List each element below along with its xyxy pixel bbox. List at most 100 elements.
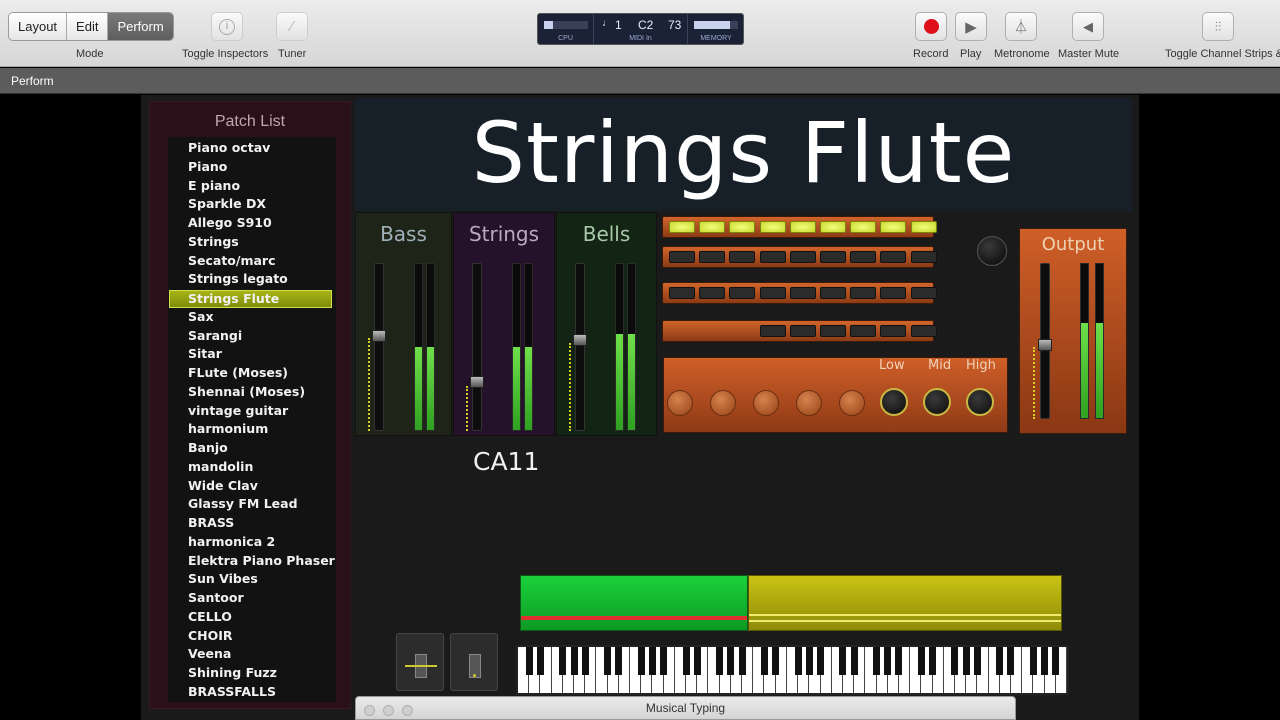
black-key[interactable] — [973, 647, 981, 675]
patch-list-item[interactable]: Sax — [188, 309, 214, 324]
knob-3[interactable] — [753, 390, 779, 416]
black-key[interactable] — [525, 647, 533, 675]
black-key[interactable] — [738, 647, 746, 675]
black-key[interactable] — [772, 647, 780, 675]
patch-list-item[interactable]: CELLO — [188, 609, 232, 624]
bank-button[interactable] — [910, 221, 937, 233]
fader-handle[interactable] — [1038, 338, 1052, 351]
bank-button[interactable] — [820, 325, 846, 337]
patch-list-item[interactable]: Glassy FM Lead — [188, 496, 298, 511]
play-button[interactable]: ▶ — [955, 12, 987, 41]
patch-list-item[interactable]: mandolin — [188, 459, 253, 474]
knob-5[interactable] — [839, 390, 865, 416]
black-key[interactable] — [794, 647, 802, 675]
toggle-inspectors-button[interactable]: i — [211, 12, 243, 41]
bank-button[interactable] — [850, 287, 877, 299]
black-key[interactable] — [615, 647, 623, 675]
fader-handle[interactable] — [470, 376, 484, 389]
record-button[interactable] — [915, 12, 947, 41]
toggle-channel-strips-button[interactable]: ⫶⫶ — [1202, 12, 1234, 41]
bank-button[interactable] — [850, 221, 877, 233]
bank-button[interactable] — [789, 251, 816, 263]
black-key[interactable] — [873, 647, 881, 675]
bank-button[interactable] — [729, 221, 756, 233]
patch-list-item[interactable]: BRASSFALLS — [188, 684, 276, 699]
tuner-button[interactable]: ⁄ — [276, 12, 308, 41]
keyboard-zone-right[interactable] — [748, 575, 1062, 631]
bank-button[interactable] — [669, 287, 695, 299]
knob-1[interactable] — [667, 390, 693, 416]
keyboard-zone-left[interactable] — [520, 575, 748, 631]
bank-button[interactable] — [789, 221, 816, 233]
modulation-wheel[interactable] — [450, 633, 498, 691]
bank-button[interactable] — [880, 221, 907, 233]
bank-button[interactable] — [699, 251, 726, 263]
black-key[interactable] — [570, 647, 578, 675]
eq-mid-knob[interactable] — [923, 388, 951, 416]
patch-list-item[interactable]: Strings legato — [188, 271, 288, 286]
patch-list-item[interactable]: Veena — [188, 646, 231, 661]
black-key[interactable] — [817, 647, 824, 675]
bank-button[interactable] — [669, 221, 695, 233]
pitch-bend-wheel[interactable] — [396, 633, 444, 691]
bank-button[interactable] — [759, 325, 786, 337]
black-key[interactable] — [604, 647, 612, 675]
black-key[interactable] — [716, 647, 724, 675]
black-key[interactable] — [884, 647, 892, 675]
bank-button[interactable] — [850, 325, 877, 337]
black-key[interactable] — [559, 647, 567, 675]
patch-list-item[interactable]: Strings Flute — [169, 290, 332, 308]
bank-button[interactable] — [759, 221, 786, 233]
bank-button[interactable] — [669, 251, 695, 263]
fader-handle[interactable] — [573, 334, 587, 347]
bank-button[interactable] — [880, 251, 907, 263]
bank-button[interactable] — [789, 325, 816, 337]
black-key[interactable] — [536, 647, 544, 675]
patch-list-item[interactable]: Shennai (Moses) — [188, 384, 305, 399]
mode-perform-tab[interactable]: Perform — [108, 13, 173, 40]
patch-list-item[interactable]: Secato/marc — [188, 253, 276, 268]
black-key[interactable] — [660, 647, 668, 675]
black-key[interactable] — [637, 647, 645, 675]
black-key[interactable] — [1029, 647, 1037, 675]
patch-list-item[interactable]: E piano — [188, 178, 240, 193]
patch-list-item[interactable]: Sitar — [188, 346, 222, 361]
black-key[interactable] — [1052, 647, 1060, 675]
bank-button[interactable] — [820, 221, 846, 233]
patch-list-item[interactable]: Elektra Piano Phaser — [188, 553, 335, 568]
fader-handle[interactable] — [372, 329, 386, 342]
patch-list-item[interactable]: harmonica 2 — [188, 534, 275, 549]
patch-list-item[interactable]: Piano — [188, 159, 227, 174]
black-key[interactable] — [727, 647, 735, 675]
bank-button[interactable] — [759, 287, 786, 299]
bank-button[interactable] — [910, 287, 937, 299]
patch-list-item[interactable]: Strings — [188, 234, 239, 249]
black-key[interactable] — [895, 647, 903, 675]
patch-list-item[interactable]: BRASS — [188, 515, 234, 530]
black-key[interactable] — [839, 647, 847, 675]
output-fader[interactable] — [1038, 263, 1052, 419]
bank-button[interactable] — [789, 287, 816, 299]
piano-keyboard[interactable] — [516, 645, 1069, 695]
bank-button[interactable] — [880, 287, 907, 299]
volume-fader[interactable] — [573, 263, 587, 431]
black-key[interactable] — [951, 647, 959, 675]
bank-button[interactable] — [699, 287, 726, 299]
patch-list-item[interactable]: Allego S910 — [188, 215, 272, 230]
master-mute-button[interactable]: ◀ — [1072, 12, 1104, 41]
patch-list-item[interactable]: Sparkle DX — [188, 196, 266, 211]
black-key[interactable] — [682, 647, 690, 675]
patch-list-item[interactable]: Banjo — [188, 440, 228, 455]
black-key[interactable] — [996, 647, 1004, 675]
bank-button[interactable] — [880, 325, 907, 337]
patch-list-item[interactable]: Piano octav — [188, 140, 270, 155]
bank-button[interactable] — [910, 251, 937, 263]
black-key[interactable] — [962, 647, 970, 675]
black-key[interactable] — [1007, 647, 1015, 675]
mode-edit-tab[interactable]: Edit — [67, 13, 109, 40]
black-key[interactable] — [1041, 647, 1049, 675]
black-key[interactable] — [929, 647, 937, 675]
rotary-knob[interactable] — [977, 236, 1007, 266]
bank-button[interactable] — [759, 251, 786, 263]
eq-high-knob[interactable] — [966, 388, 994, 416]
